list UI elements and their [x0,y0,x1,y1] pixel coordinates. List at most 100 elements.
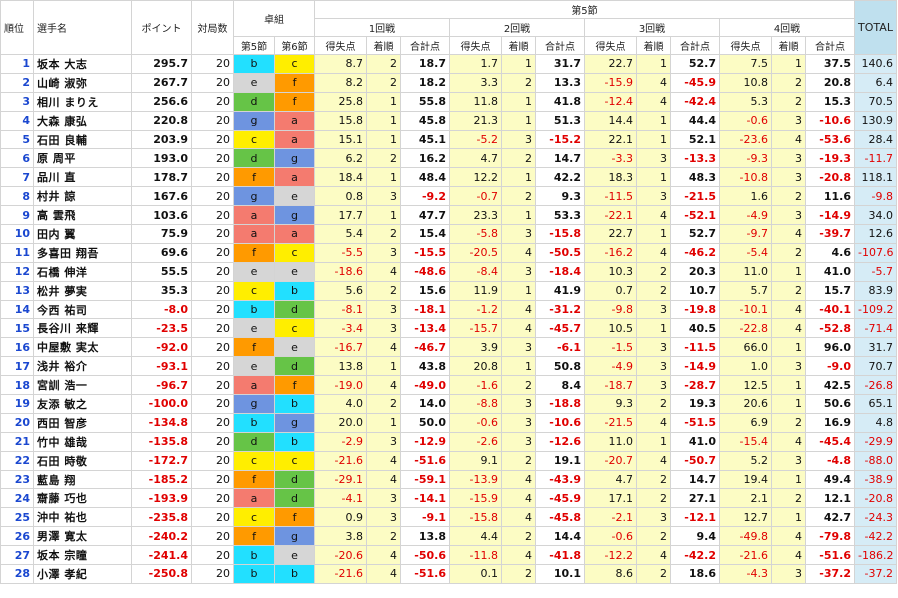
round1-subtotal: 45.1 [400,129,450,150]
table-group-section6: g [274,412,315,433]
round1-order: 3 [366,242,401,263]
table-group-section5: f [233,337,275,358]
round1-subtotal: -18.1 [400,299,450,320]
player-name: 小澤 孝紀 [33,564,132,584]
round4-gain: -9.3 [719,148,772,169]
table-row: 22 石田 時敬 -172.7 20 c c -21.6 4 -51.6 9.1 2 19.1 -20.… [0,450,897,471]
table-row: 28 小澤 孝紀 -250.8 20 b b -21.6 4 -51.6 0.1 2 10.1 8.6 2… [0,564,897,584]
round1-order: 1 [366,356,401,377]
games-cell: 20 [191,186,234,207]
round1-order: 4 [366,375,401,396]
round1-gain: 4.0 [314,394,367,414]
player-name: 石田 良輔 [33,129,132,150]
table-group-section6: a [274,167,315,188]
player-name: 松井 夢実 [33,280,132,301]
games-cell: 20 [191,261,234,282]
round1-subtotal: 55.8 [400,91,450,112]
rank-cell: 14 [0,299,34,320]
round1-gain: 20.0 [314,412,367,433]
round4-order: 1 [771,261,806,282]
round2-order: 4 [501,469,536,490]
round3-subtotal: 44.4 [670,110,720,131]
round1-subtotal: 47.7 [400,205,450,226]
total-cell: -5.7 [854,261,897,282]
round4-order: 3 [771,148,806,169]
round4-subtotal: 16.9 [805,412,855,433]
player-name: 高 雲飛 [33,205,132,226]
games-cell: 20 [191,412,234,433]
total-cell: -29.9 [854,431,897,452]
player-name: 坂本 宗瞳 [33,545,132,566]
rank-cell: 28 [0,564,34,584]
table-row: 1 坂本 大志 295.7 20 b c 8.7 2 18.7 1.7 1 31.7 22.7 1 52.7… [0,54,897,74]
round4-subtotal: 41.0 [805,261,855,282]
round2-order: 3 [501,394,536,414]
round1-gain: -8.1 [314,299,367,320]
round2-gain: 4.4 [449,526,502,547]
round1-subtotal: -49.0 [400,375,450,396]
round3-gain: -12.4 [584,91,637,112]
round1-gain: -18.6 [314,261,367,282]
round1-subtotal: 15.6 [400,280,450,301]
round4-gain: 20.6 [719,394,772,414]
total-cell: 118.1 [854,167,897,188]
player-name: 原 周平 [33,148,132,169]
table-row: 23 藍島 翔 -185.2 20 f d -29.1 4 -59.1 -13.9 4 -43.9 4.… [0,469,897,490]
round4-subtotal: -45.4 [805,431,855,452]
table-group-section6: c [274,318,315,339]
player-name: 浅井 裕介 [33,356,132,377]
round3-order: 1 [636,129,671,150]
round4-order: 2 [771,412,806,433]
points-cell: -135.8 [131,431,192,452]
round1-subtotal: -15.5 [400,242,450,263]
table-group-section6: b [274,394,315,414]
round4-subtotal: 4.6 [805,242,855,263]
round3-gain: -12.2 [584,545,637,566]
round2-order: 2 [501,186,536,207]
table-body: 1 坂本 大志 295.7 20 b c 8.7 2 18.7 1.7 1 31.7 22.7 1 52.7… [0,54,897,584]
round2-order: 1 [501,167,536,188]
round4-order: 4 [771,545,806,566]
table-group-section6: e [274,186,315,207]
table-group-section6: a [274,224,315,244]
round2-order: 2 [501,148,536,169]
round4-gain: -21.6 [719,545,772,566]
table-group-section6: g [274,148,315,169]
round1-order: 3 [366,507,401,528]
games-cell: 20 [191,431,234,452]
total-cell: 31.7 [854,337,897,358]
round2-gain: -0.7 [449,186,502,207]
round1-order: 1 [366,91,401,112]
round1-gain: -5.5 [314,242,367,263]
round1-gain: -21.6 [314,450,367,471]
round3-gain: -1.5 [584,337,637,358]
round3-order: 1 [636,110,671,131]
round3-subtotal: 20.3 [670,261,720,282]
order-header: 着順 [501,36,536,55]
round1-subtotal: -9.1 [400,507,450,528]
round4-subtotal: -51.6 [805,545,855,566]
rank-cell: 25 [0,507,34,528]
round2-gain: -15.7 [449,318,502,339]
round4-gain: -10.1 [719,299,772,320]
round2-order: 3 [501,129,536,150]
round1-subtotal: 15.4 [400,224,450,244]
round2-subtotal: 14.7 [535,148,585,169]
round2-gain: 0.1 [449,564,502,584]
round2-gain: -20.5 [449,242,502,263]
round3-subtotal: -14.9 [670,356,720,377]
round3-order: 1 [636,431,671,452]
table-group-section5: g [233,186,275,207]
round2-gain: 3.9 [449,337,502,358]
points-header: ポイント [131,0,192,55]
subtotal-header: 合計点 [670,36,720,55]
table-group-section6: e [274,337,315,358]
player-name: 石田 時敬 [33,450,132,471]
total-cell: 83.9 [854,280,897,301]
points-cell: -240.2 [131,526,192,547]
rank-cell: 22 [0,450,34,471]
table-row: 8 村井 諒 167.6 20 g e 0.8 3 -9.2 -0.7 2 9.3 -11.5 3 -21.… [0,186,897,207]
round2-subtotal: 53.3 [535,205,585,226]
round1-gain: -2.9 [314,431,367,452]
round2-gain: -11.8 [449,545,502,566]
